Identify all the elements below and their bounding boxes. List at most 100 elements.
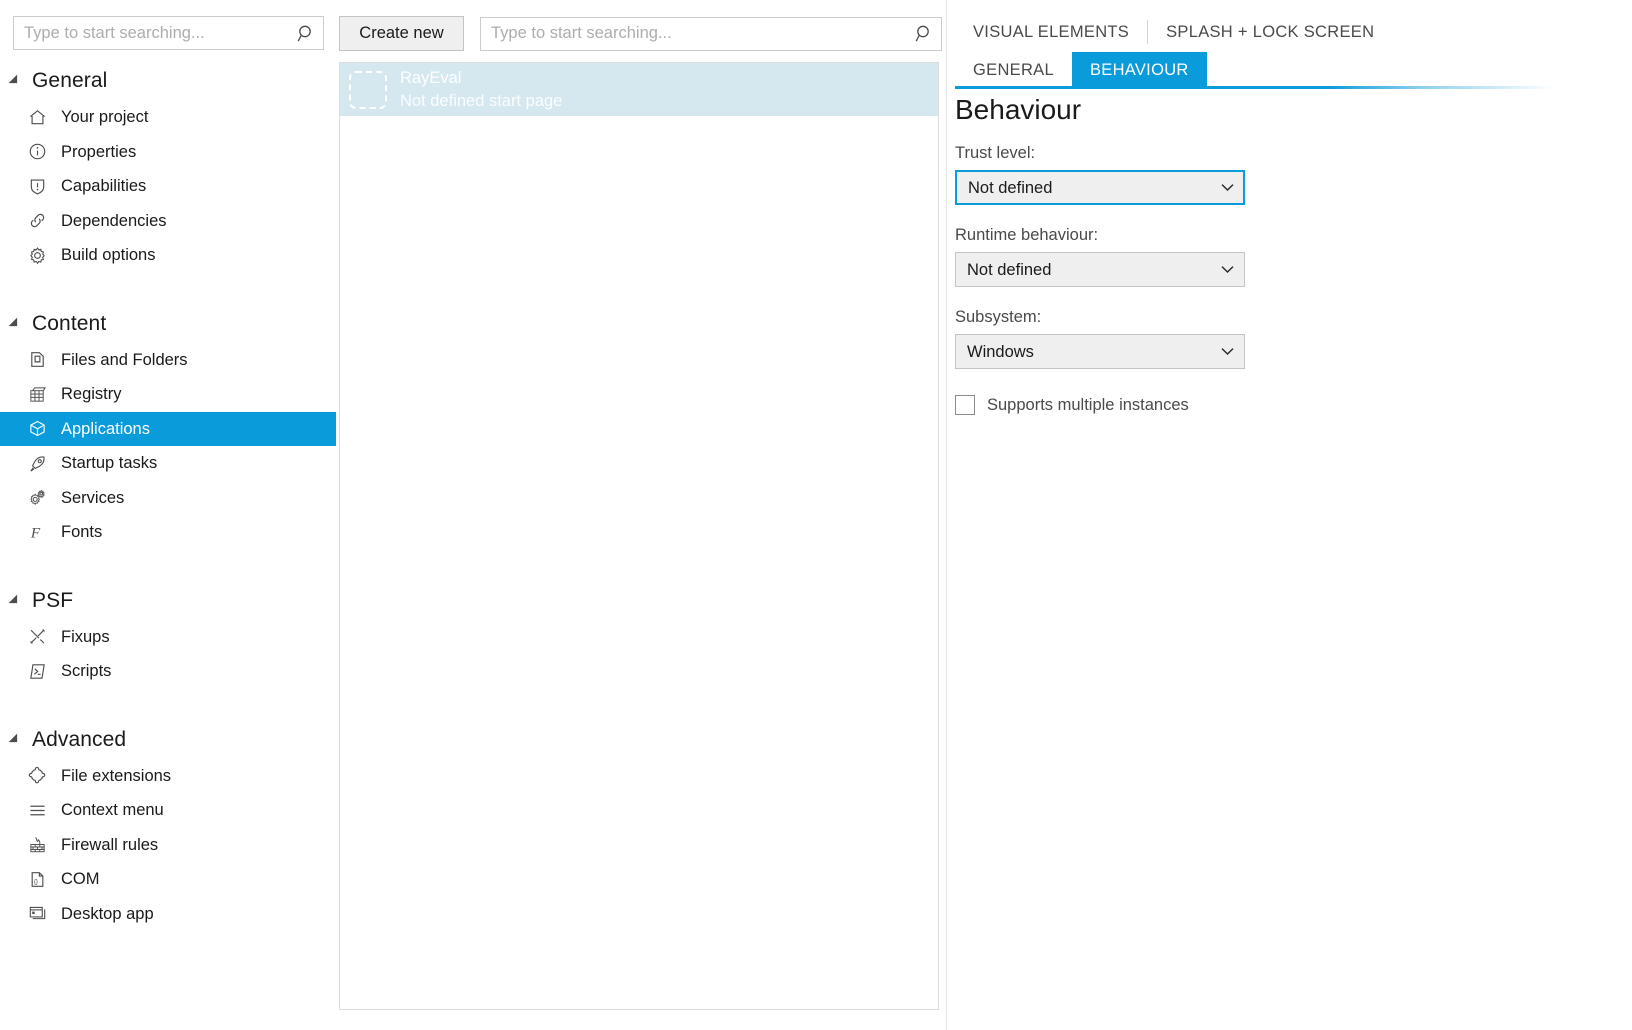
applications-list-panel: RayEval Not defined start page xyxy=(339,62,939,1010)
hamburger-menu-icon xyxy=(28,800,52,820)
sidebar-item-startup-tasks[interactable]: Startup tasks xyxy=(0,446,336,481)
sidebar-item-capabilities[interactable]: Capabilities xyxy=(0,169,336,204)
svg-text:{}: {} xyxy=(34,878,38,885)
chevron-collapse-icon[interactable] xyxy=(9,317,22,330)
registry-grid-icon xyxy=(28,384,52,404)
sidebar-item-services[interactable]: Services xyxy=(0,481,336,516)
chevron-collapse-icon[interactable] xyxy=(9,733,22,746)
nav-group-title: General xyxy=(32,69,107,93)
nav-group-psf[interactable]: PSF xyxy=(0,582,336,620)
tab-row-secondary: GENERAL BEHAVIOUR xyxy=(955,52,1632,88)
chevron-collapse-icon[interactable] xyxy=(9,75,22,88)
dashed-placeholder-icon xyxy=(349,71,387,109)
supports-multiple-instances-label: Supports multiple instances xyxy=(987,396,1189,415)
sidebar-item-label: Dependencies xyxy=(61,213,167,230)
sidebar-item-your-project[interactable]: Your project xyxy=(0,100,336,135)
svg-text:F: F xyxy=(30,524,41,541)
sidebar-item-label: Context menu xyxy=(61,802,164,819)
sidebar-item-fixups[interactable]: Fixups xyxy=(0,620,336,655)
list-item-subtitle: Not defined start page xyxy=(400,90,562,112)
nav-group-title: PSF xyxy=(32,589,73,613)
panel-divider xyxy=(946,0,947,1030)
behaviour-form: Behaviour Trust level: Not defined Runti… xyxy=(955,96,1615,415)
link-icon xyxy=(28,211,52,231)
sidebar-item-file-extensions[interactable]: File extensions xyxy=(0,759,336,794)
sidebar-item-scripts[interactable]: Scripts xyxy=(0,654,336,689)
trust-level-select[interactable]: Not defined xyxy=(955,170,1245,205)
sidebar-item-applications[interactable]: Applications xyxy=(0,412,336,447)
supports-multiple-instances-row[interactable]: Supports multiple instances xyxy=(955,395,1615,415)
middle-panel: Create new RayEval Not xyxy=(336,0,946,1030)
sidebar-item-fonts[interactable]: F Fonts xyxy=(0,515,336,550)
gears-icon xyxy=(28,488,52,508)
search-icon[interactable] xyxy=(907,18,941,50)
sidebar-item-label: Build options xyxy=(61,247,155,264)
sidebar-nav: General Your project Properties xyxy=(0,62,336,931)
supports-multiple-instances-checkbox[interactable] xyxy=(955,395,975,415)
subsystem-label: Subsystem: xyxy=(955,308,1615,327)
middle-toolbar: Create new xyxy=(339,16,942,51)
sidebar-item-context-menu[interactable]: Context menu xyxy=(0,793,336,828)
sidebar-item-label: Your project xyxy=(61,109,148,126)
list-item[interactable]: RayEval Not defined start page xyxy=(340,63,938,116)
sidebar-search xyxy=(13,16,324,50)
sidebar-item-desktop-app[interactable]: Desktop app xyxy=(0,897,336,932)
middle-search-box[interactable] xyxy=(480,17,942,51)
sidebar-item-files-and-folders[interactable]: Files and Folders xyxy=(0,343,336,378)
tab-splash-lock-screen[interactable]: SPLASH + LOCK SCREEN xyxy=(1148,14,1392,50)
sidebar-item-properties[interactable]: Properties xyxy=(0,135,336,170)
sidebar-item-label: Scripts xyxy=(61,663,111,680)
sidebar-item-dependencies[interactable]: Dependencies xyxy=(0,204,336,239)
sidebar-item-firewall-rules[interactable]: Firewall rules xyxy=(0,828,336,863)
tab-behaviour[interactable]: BEHAVIOUR xyxy=(1072,52,1207,88)
home-icon xyxy=(28,107,52,127)
sidebar-item-label: Fixups xyxy=(61,629,110,646)
puzzle-icon xyxy=(28,766,52,786)
trust-level-label: Trust level: xyxy=(955,144,1615,163)
rocket-icon xyxy=(28,453,52,473)
sidebar-item-build-options[interactable]: Build options xyxy=(0,238,336,273)
tab-visual-elements[interactable]: VISUAL ELEMENTS xyxy=(955,14,1147,50)
create-new-button[interactable]: Create new xyxy=(339,16,464,51)
spacer xyxy=(0,550,336,572)
sidebar-item-label: Startup tasks xyxy=(61,455,157,472)
middle-search xyxy=(480,17,942,51)
sidebar-item-label: Firewall rules xyxy=(61,837,158,854)
sidebar-item-registry[interactable]: Registry xyxy=(0,377,336,412)
sidebar-search-input[interactable] xyxy=(14,17,289,49)
tab-underline xyxy=(955,86,1555,89)
nav-group-title: Advanced xyxy=(32,728,126,752)
sidebar-item-label: File extensions xyxy=(61,768,171,785)
sidebar-item-label: Applications xyxy=(61,421,150,438)
runtime-behaviour-select-wrap: Not defined xyxy=(955,252,1245,287)
nav-group-title: Content xyxy=(32,312,106,336)
tools-icon xyxy=(28,627,52,647)
field-subsystem: Subsystem: Windows xyxy=(955,308,1615,369)
page-title: Behaviour xyxy=(955,96,1615,124)
subsystem-select[interactable]: Windows xyxy=(955,334,1245,369)
sidebar-item-label: Capabilities xyxy=(61,178,146,195)
field-runtime-behaviour: Runtime behaviour: Not defined xyxy=(955,226,1615,287)
middle-search-input[interactable] xyxy=(481,18,907,50)
sidebar-item-label: Properties xyxy=(61,144,136,161)
sidebar-item-label: Fonts xyxy=(61,524,102,541)
nav-group-general[interactable]: General xyxy=(0,62,336,100)
box-icon xyxy=(28,419,52,439)
sidebar-item-label: Files and Folders xyxy=(61,352,188,369)
gear-icon xyxy=(28,245,52,265)
list-item-texts: RayEval Not defined start page xyxy=(400,67,562,112)
search-icon[interactable] xyxy=(289,17,323,49)
nav-group-advanced[interactable]: Advanced xyxy=(0,721,336,759)
console-icon xyxy=(28,661,52,681)
font-f-icon: F xyxy=(28,522,52,542)
sidebar-item-com[interactable]: {} COM xyxy=(0,862,336,897)
tab-general[interactable]: GENERAL xyxy=(955,52,1072,88)
runtime-behaviour-select[interactable]: Not defined xyxy=(955,252,1245,287)
chevron-collapse-icon[interactable] xyxy=(9,594,22,607)
spacer xyxy=(0,689,336,711)
nav-group-content[interactable]: Content xyxy=(0,305,336,343)
info-icon xyxy=(28,142,52,162)
sidebar-search-box[interactable] xyxy=(13,16,324,50)
sidebar-item-label: Registry xyxy=(61,386,122,403)
sidebar-item-label: Desktop app xyxy=(61,906,154,923)
